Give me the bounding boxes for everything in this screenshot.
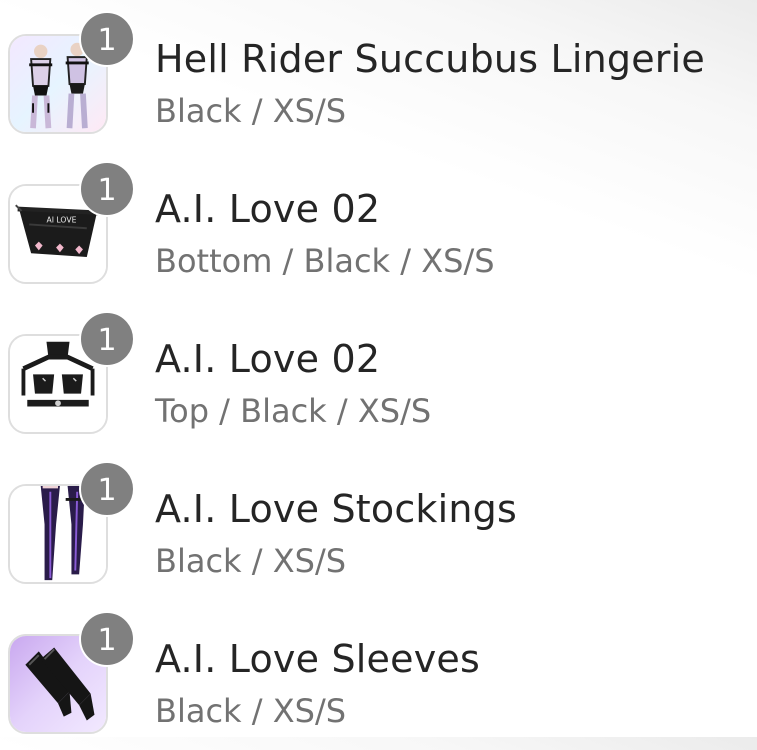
product-title[interactable]: A.I. Love Stockings <box>155 486 517 532</box>
list-item[interactable]: 1 Hell Rider Succubus Lingerie Black / X… <box>0 0 757 150</box>
list-item[interactable]: 1 A.I. Love 02 Top / Black / XS/S <box>0 300 757 450</box>
order-item-list: 1 Hell Rider Succubus Lingerie Black / X… <box>0 0 757 737</box>
quantity-badge: 1 <box>79 11 135 67</box>
quantity-badge: 1 <box>79 611 135 667</box>
variant-text: Bottom / Black / XS/S <box>155 242 495 280</box>
list-item[interactable]: 1 A.I. Love Sleeves Black / XS/S <box>0 600 757 750</box>
variant-text: Top / Black / XS/S <box>155 392 432 430</box>
quantity-badge: 1 <box>79 161 135 217</box>
list-item[interactable]: AI LOVE 1 A.I. Love 02 Bottom / Black / … <box>0 150 757 300</box>
variant-text: Black / XS/S <box>155 692 347 730</box>
product-title[interactable]: A.I. Love 02 <box>155 186 380 232</box>
list-item[interactable]: 1 A.I. Love Stockings Black / XS/S <box>0 450 757 600</box>
variant-text: Black / XS/S <box>155 542 347 580</box>
variant-text: Black / XS/S <box>155 92 347 130</box>
product-title[interactable]: Hell Rider Succubus Lingerie <box>155 36 705 82</box>
svg-text:AI LOVE: AI LOVE <box>46 215 76 224</box>
product-title[interactable]: A.I. Love Sleeves <box>155 636 480 682</box>
product-title[interactable]: A.I. Love 02 <box>155 336 380 382</box>
quantity-badge: 1 <box>79 461 135 517</box>
quantity-badge: 1 <box>79 311 135 367</box>
